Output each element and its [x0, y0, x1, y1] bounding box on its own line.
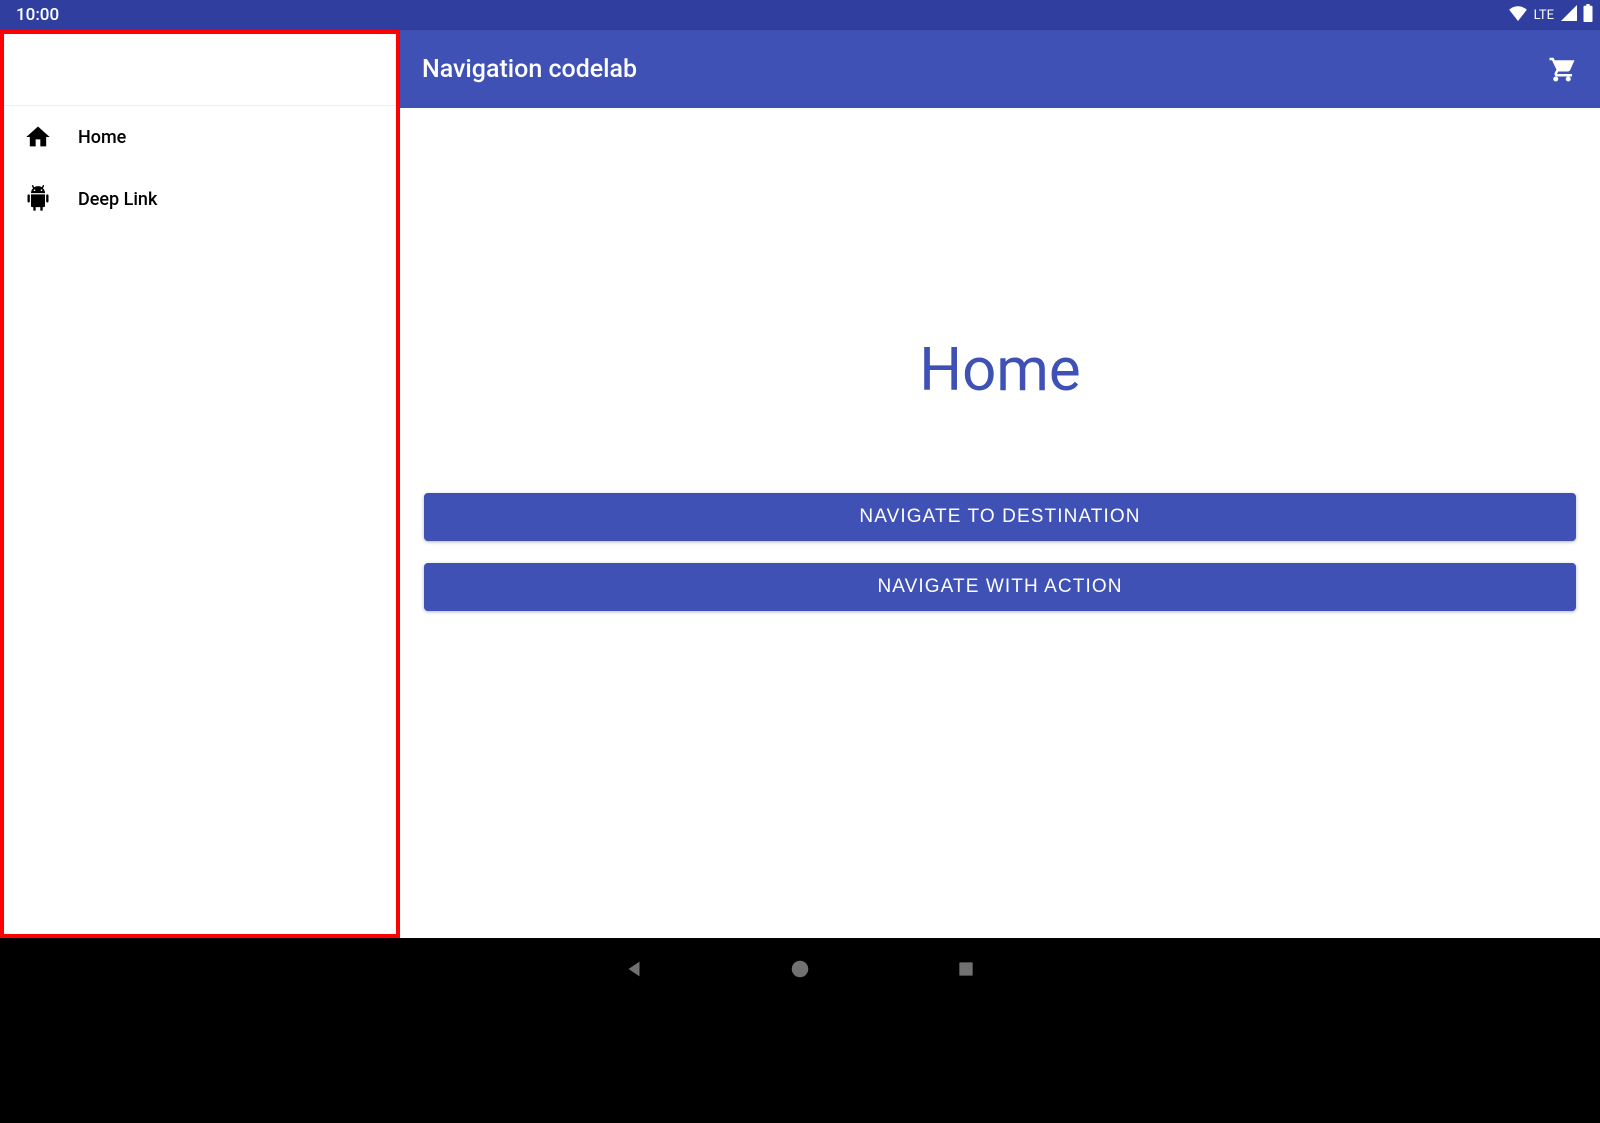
- status-indicators: LTE: [1508, 4, 1594, 27]
- network-label: LTE: [1534, 8, 1554, 23]
- cart-icon[interactable]: [1546, 53, 1578, 85]
- device-frame: 10:00 LTE Home: [0, 0, 1600, 1123]
- navigate-destination-button[interactable]: NAVIGATE TO DESTINATION: [424, 493, 1576, 541]
- home-button[interactable]: [787, 956, 813, 982]
- page-title: Home: [919, 334, 1080, 405]
- back-button[interactable]: [621, 956, 647, 982]
- battery-icon: [1582, 4, 1594, 27]
- appbar-title: Navigation codelab: [422, 55, 637, 84]
- status-time: 10:00: [16, 5, 59, 25]
- drawer-header: [4, 34, 396, 106]
- app-window: Home Deep Link: [0, 30, 1600, 938]
- cell-signal-icon: [1560, 5, 1578, 26]
- navigate-action-button[interactable]: NAVIGATE WITH ACTION: [424, 563, 1576, 611]
- drawer-item-deeplink[interactable]: Deep Link: [4, 168, 396, 230]
- app-bar: Navigation codelab: [400, 30, 1600, 108]
- drawer-item-home[interactable]: Home: [4, 106, 396, 168]
- drawer-item-label: Home: [78, 127, 126, 148]
- drawer-item-label: Deep Link: [78, 189, 157, 210]
- navigation-drawer: Home Deep Link: [0, 30, 400, 938]
- status-bar: 10:00 LTE: [0, 0, 1600, 30]
- recents-button[interactable]: [953, 956, 979, 982]
- main-pane: Navigation codelab Home NAVIGATE TO DEST…: [400, 30, 1600, 938]
- wifi-icon: [1508, 5, 1528, 26]
- content-inner: Home NAVIGATE TO DESTINATION NAVIGATE WI…: [400, 334, 1600, 633]
- home-icon: [24, 123, 52, 151]
- android-icon: [24, 185, 52, 213]
- content-area: Home NAVIGATE TO DESTINATION NAVIGATE WI…: [400, 108, 1600, 938]
- system-navbar: [0, 938, 1600, 1000]
